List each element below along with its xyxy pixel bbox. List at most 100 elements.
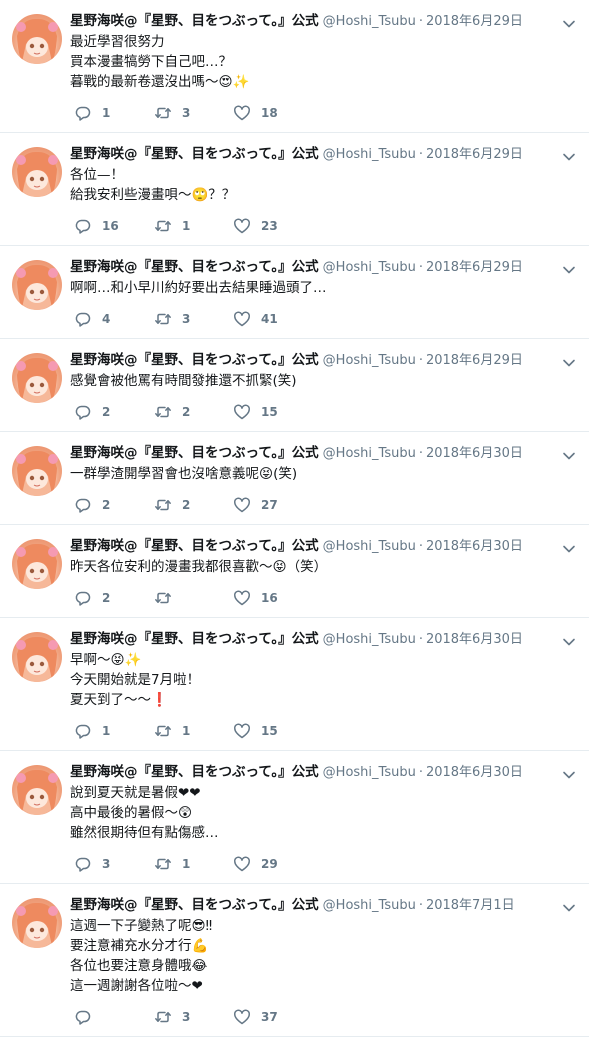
user-handle[interactable]: @Hoshi_Tsubu — [323, 11, 416, 33]
retweet-button[interactable]: 3 — [154, 1008, 233, 1026]
retweet-button[interactable]: 1 — [154, 722, 233, 740]
tweet-actions: 3 1 29 — [70, 845, 575, 883]
retweet-icon — [155, 725, 171, 737]
avatar-image — [16, 357, 58, 403]
chevron-down-icon[interactable] — [561, 262, 577, 278]
avatar[interactable] — [12, 898, 62, 948]
tweet-date[interactable]: 2018年6月29日 — [426, 11, 523, 33]
display-name[interactable]: 星野海咲@『星野、目をつぶって。』公式 — [70, 10, 319, 32]
user-handle[interactable]: @Hoshi_Tsubu — [323, 895, 416, 917]
avatar[interactable] — [12, 446, 62, 496]
display-name[interactable]: 星野海咲@『星野、目をつぶって。』公式 — [70, 442, 319, 464]
display-name[interactable]: 星野海咲@『星野、目をつぶって。』公式 — [70, 761, 319, 783]
like-button[interactable]: 15 — [233, 722, 313, 740]
chevron-down-icon[interactable] — [561, 355, 577, 371]
like-button[interactable]: 15 — [233, 403, 313, 421]
tweet-date[interactable]: 2018年7月1日 — [426, 895, 515, 917]
separator-dot: · — [418, 446, 423, 461]
reply-button[interactable] — [74, 1008, 154, 1026]
tweet[interactable]: 星野海咲@『星野、目をつぶって。』公式 @Hoshi_Tsubu · 2018年… — [0, 525, 589, 618]
heart-icon — [234, 497, 250, 513]
avatar[interactable] — [12, 765, 62, 815]
display-name[interactable]: 星野海咲@『星野、目をつぶって。』公式 — [70, 628, 319, 650]
user-handle[interactable]: @Hoshi_Tsubu — [323, 629, 416, 651]
retweet-button[interactable]: 1 — [154, 217, 233, 235]
tweet-actions: 2 2 27 — [70, 486, 575, 524]
avatar[interactable] — [12, 147, 62, 197]
avatar[interactable] — [12, 260, 62, 310]
reply-button[interactable]: 1 — [74, 104, 154, 122]
user-handle[interactable]: @Hoshi_Tsubu — [323, 257, 416, 279]
chevron-down-icon[interactable] — [561, 634, 577, 650]
avatar[interactable] — [12, 353, 62, 403]
tweet[interactable]: 星野海咲@『星野、目をつぶって。』公式 @Hoshi_Tsubu · 2018年… — [0, 751, 589, 884]
avatar[interactable] — [12, 14, 62, 64]
tweet-date[interactable]: 2018年6月30日 — [426, 762, 523, 784]
like-button[interactable]: 29 — [233, 855, 313, 873]
like-button[interactable]: 37 — [233, 1008, 313, 1026]
like-count: 15 — [261, 724, 278, 738]
tweet-date[interactable]: 2018年6月29日 — [426, 257, 523, 279]
like-button[interactable]: 23 — [233, 217, 313, 235]
reply-count: 4 — [102, 312, 111, 326]
reply-button[interactable]: 1 — [74, 722, 154, 740]
reply-button[interactable]: 3 — [74, 855, 154, 873]
retweet-button[interactable] — [154, 589, 233, 607]
tweet-date[interactable]: 2018年6月30日 — [426, 536, 523, 558]
retweet-count: 1 — [182, 219, 191, 233]
tweet[interactable]: 星野海咲@『星野、目をつぶって。』公式 @Hoshi_Tsubu · 2018年… — [0, 339, 589, 432]
tweet[interactable]: 星野海咲@『星野、目をつぶって。』公式 @Hoshi_Tsubu · 2018年… — [0, 884, 589, 1037]
reply-icon — [75, 857, 91, 872]
display-name[interactable]: 星野海咲@『星野、目をつぶって。』公式 — [70, 349, 319, 371]
chevron-down-icon[interactable] — [561, 767, 577, 783]
display-name[interactable]: 星野海咲@『星野、目をつぶって。』公式 — [70, 256, 319, 278]
avatar[interactable] — [12, 539, 62, 589]
user-handle[interactable]: @Hoshi_Tsubu — [323, 443, 416, 465]
retweet-button[interactable]: 3 — [154, 104, 233, 122]
heart-icon — [234, 590, 250, 606]
chevron-down-icon[interactable] — [561, 900, 577, 916]
retweet-button[interactable]: 1 — [154, 855, 233, 873]
reply-button[interactable]: 2 — [74, 496, 154, 514]
user-handle[interactable]: @Hoshi_Tsubu — [323, 144, 416, 166]
tweet-date[interactable]: 2018年6月30日 — [426, 443, 523, 465]
retweet-button[interactable]: 2 — [154, 403, 233, 421]
chevron-down-icon[interactable] — [561, 16, 577, 32]
tweet[interactable]: 星野海咲@『星野、目をつぶって。』公式 @Hoshi_Tsubu · 2018年… — [0, 618, 589, 751]
display-name[interactable]: 星野海咲@『星野、目をつぶって。』公式 — [70, 535, 319, 557]
user-handle[interactable]: @Hoshi_Tsubu — [323, 762, 416, 784]
reply-button[interactable]: 4 — [74, 310, 154, 328]
chevron-down-icon[interactable] — [561, 448, 577, 464]
retweet-button[interactable]: 2 — [154, 496, 233, 514]
retweet-button[interactable]: 3 — [154, 310, 233, 328]
tweet[interactable]: 星野海咲@『星野、目をつぶって。』公式 @Hoshi_Tsubu · 2018年… — [0, 133, 589, 246]
reply-button[interactable]: 2 — [74, 589, 154, 607]
like-button[interactable]: 41 — [233, 310, 313, 328]
tweet-feed: 星野海咲@『星野、目をつぶって。』公式 @Hoshi_Tsubu · 2018年… — [0, 0, 589, 1037]
separator-dot: · — [418, 765, 423, 780]
user-handle[interactable]: @Hoshi_Tsubu — [323, 536, 416, 558]
chevron-down-icon[interactable] — [561, 541, 577, 557]
tweet[interactable]: 星野海咲@『星野、目をつぶって。』公式 @Hoshi_Tsubu · 2018年… — [0, 432, 589, 525]
tweet-date[interactable]: 2018年6月29日 — [426, 350, 523, 372]
tweet[interactable]: 星野海咲@『星野、目をつぶって。』公式 @Hoshi_Tsubu · 2018年… — [0, 0, 589, 133]
like-button[interactable]: 18 — [233, 104, 313, 122]
reply-button[interactable]: 2 — [74, 403, 154, 421]
display-name[interactable]: 星野海咲@『星野、目をつぶって。』公式 — [70, 894, 319, 916]
like-button[interactable]: 27 — [233, 496, 313, 514]
tweet-text-line: 各位也要注意身體哦😂 — [70, 958, 208, 974]
avatar[interactable] — [12, 632, 62, 682]
like-button[interactable]: 16 — [233, 589, 313, 607]
tweet-date[interactable]: 2018年6月30日 — [426, 629, 523, 651]
user-handle[interactable]: @Hoshi_Tsubu — [323, 350, 416, 372]
tweet-text-line: 這一週謝謝各位啦〜❤ — [70, 978, 203, 994]
reply-button[interactable]: 16 — [74, 217, 154, 235]
tweet-text-line: 感覺會被他罵有時間發推還不抓緊(笑) — [70, 373, 297, 389]
avatar-image — [16, 264, 58, 310]
tweet-text-line: 買本漫畫犒勞下自己吧…？ — [70, 54, 232, 70]
tweet-date[interactable]: 2018年6月29日 — [426, 144, 523, 166]
chevron-down-icon[interactable] — [561, 149, 577, 165]
retweet-count: 3 — [182, 106, 191, 120]
display-name[interactable]: 星野海咲@『星野、目をつぶって。』公式 — [70, 143, 319, 165]
tweet[interactable]: 星野海咲@『星野、目をつぶって。』公式 @Hoshi_Tsubu · 2018年… — [0, 246, 589, 339]
